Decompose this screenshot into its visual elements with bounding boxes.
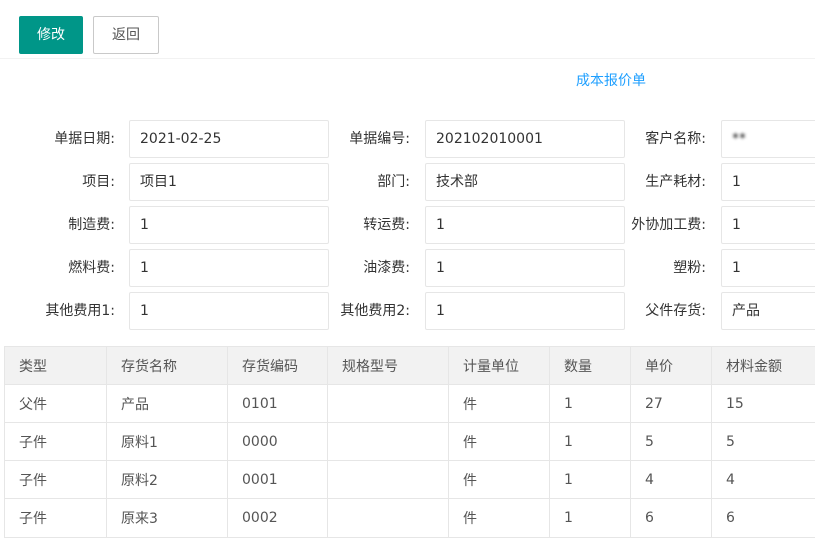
cell-unit-price: 4: [630, 460, 712, 499]
column-header-inventory-name[interactable]: 存货名称: [106, 346, 228, 385]
other-cost-1-label: 其他费用1:: [45, 303, 115, 319]
column-header-quantity[interactable]: 数量: [549, 346, 631, 385]
table-header-row: 类型 存货名称 存货编码 规格型号 计量单位 数量 单价 材料金额: [4, 346, 815, 385]
column-header-type[interactable]: 类型: [4, 346, 107, 385]
cell-type: 子件: [4, 498, 107, 538]
cell-specification: [327, 384, 449, 423]
project-field[interactable]: 项目1: [129, 163, 329, 201]
form-row-3: 制造费: 1 转运费: 1 外协加工费: 1: [0, 206, 815, 244]
manufacturing-cost-label: 制造费:: [68, 217, 115, 233]
outsourcing-cost-field[interactable]: 1: [721, 206, 815, 244]
form-row-2: 项目: 项目1 部门: 技术部 生产耗材: 1: [0, 163, 815, 201]
production-consumables-field[interactable]: 1: [721, 163, 815, 201]
table-row[interactable]: 子件 原料2 0001 件 1 4 4: [4, 460, 815, 499]
cell-unit: 件: [448, 460, 550, 499]
material-table: 类型 存货名称 存货编码 规格型号 计量单位 数量 单价 材料金额 父件 产品 …: [4, 346, 815, 538]
cell-material-amount: 15: [711, 384, 815, 423]
customer-name-field[interactable]: **: [721, 120, 815, 158]
outsourcing-cost-label: 外协加工费:: [631, 217, 706, 233]
cell-quantity: 1: [549, 422, 631, 461]
cell-specification: [327, 460, 449, 499]
cell-inventory-code: 0001: [227, 460, 328, 499]
form-row-5: 其他费用1: 1 其他费用2: 1 父件存货: 产品: [0, 292, 815, 330]
fuel-cost-label: 燃料费:: [68, 260, 115, 276]
form-row-4: 燃料费: 1 油漆费: 1 塑粉: 1: [0, 249, 815, 287]
cell-type: 子件: [4, 460, 107, 499]
cell-material-amount: 4: [711, 460, 815, 499]
column-header-inventory-code[interactable]: 存货编码: [227, 346, 328, 385]
toolbar-divider: [0, 58, 815, 59]
document-title: 成本报价单: [576, 73, 646, 89]
bill-number-field[interactable]: 202102010001: [425, 120, 625, 158]
bill-date-field[interactable]: 2021-02-25: [129, 120, 329, 158]
other-cost-2-field[interactable]: 1: [425, 292, 625, 330]
cell-inventory-code: 0002: [227, 498, 328, 538]
cell-unit-price: 5: [630, 422, 712, 461]
cell-unit-price: 27: [630, 384, 712, 423]
paint-cost-label: 油漆费:: [363, 260, 410, 276]
cell-material-amount: 5: [711, 422, 815, 461]
cell-unit-price: 6: [630, 498, 712, 538]
parent-inventory-label: 父件存货:: [645, 303, 706, 319]
powder-coating-field[interactable]: 1: [721, 249, 815, 287]
other-cost-1-field[interactable]: 1: [129, 292, 329, 330]
cell-quantity: 1: [549, 498, 631, 538]
cell-unit: 件: [448, 384, 550, 423]
cell-inventory-name: 原来3: [106, 498, 228, 538]
fuel-cost-field[interactable]: 1: [129, 249, 329, 287]
cell-quantity: 1: [549, 384, 631, 423]
column-header-unit-price[interactable]: 单价: [630, 346, 712, 385]
cell-type: 子件: [4, 422, 107, 461]
customer-name-value: **: [732, 131, 746, 147]
transport-cost-label: 转运费:: [363, 217, 410, 233]
cell-inventory-code: 0101: [227, 384, 328, 423]
column-header-specification[interactable]: 规格型号: [327, 346, 449, 385]
project-label: 项目:: [82, 174, 115, 190]
cell-inventory-name: 产品: [106, 384, 228, 423]
powder-coating-label: 塑粉:: [673, 260, 706, 276]
cell-quantity: 1: [549, 460, 631, 499]
parent-inventory-field[interactable]: 产品: [721, 292, 815, 330]
cell-specification: [327, 422, 449, 461]
production-consumables-label: 生产耗材:: [645, 174, 706, 190]
bill-date-label: 单据日期:: [54, 131, 115, 147]
manufacturing-cost-field[interactable]: 1: [129, 206, 329, 244]
edit-button[interactable]: 修改: [19, 16, 83, 54]
cell-unit: 件: [448, 422, 550, 461]
table-row[interactable]: 子件 原料1 0000 件 1 5 5: [4, 422, 815, 461]
form-row-1: 单据日期: 2021-02-25 单据编号: 202102010001 客户名称…: [0, 120, 815, 158]
cell-inventory-code: 0000: [227, 422, 328, 461]
table-row[interactable]: 父件 产品 0101 件 1 27 15: [4, 384, 815, 423]
cell-material-amount: 6: [711, 498, 815, 538]
column-header-unit[interactable]: 计量单位: [448, 346, 550, 385]
cell-specification: [327, 498, 449, 538]
paint-cost-field[interactable]: 1: [425, 249, 625, 287]
customer-name-label: 客户名称:: [645, 131, 706, 147]
cell-inventory-name: 原料1: [106, 422, 228, 461]
other-cost-2-label: 其他费用2:: [340, 303, 410, 319]
bill-number-label: 单据编号:: [349, 131, 410, 147]
cell-type: 父件: [4, 384, 107, 423]
column-header-material-amount[interactable]: 材料金额: [711, 346, 815, 385]
department-field[interactable]: 技术部: [425, 163, 625, 201]
cell-inventory-name: 原料2: [106, 460, 228, 499]
back-button[interactable]: 返回: [93, 16, 159, 54]
department-label: 部门:: [377, 174, 410, 190]
cell-unit: 件: [448, 498, 550, 538]
table-row[interactable]: 子件 原来3 0002 件 1 6 6: [4, 498, 815, 538]
transport-cost-field[interactable]: 1: [425, 206, 625, 244]
